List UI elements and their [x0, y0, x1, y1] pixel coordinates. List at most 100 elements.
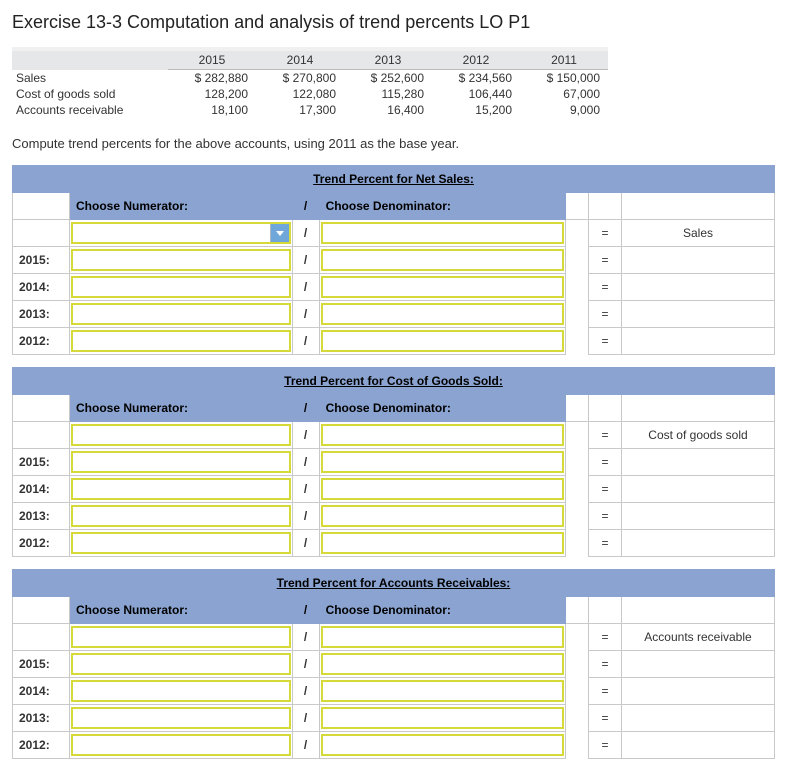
denominator-input[interactable]	[321, 222, 564, 244]
slash-label: /	[292, 705, 319, 732]
numerator-dropdown[interactable]	[71, 222, 291, 244]
data-table: 2015 2014 2013 2012 2011 Sales $ 282,880…	[12, 47, 608, 118]
denominator-input[interactable]	[321, 532, 564, 554]
numerator-input[interactable]	[71, 330, 291, 352]
result-label: Accounts receivable	[622, 624, 775, 651]
denominator-header: Choose Denominator:	[319, 193, 565, 220]
denominator-input[interactable]	[321, 303, 564, 325]
denominator-header: Choose Denominator:	[319, 395, 565, 422]
cell-value: 17,300	[256, 102, 344, 118]
result-label: Sales	[622, 220, 775, 247]
year-label: 2014:	[13, 678, 70, 705]
numerator-input[interactable]	[71, 653, 291, 675]
cell-value: 115,280	[344, 86, 432, 102]
slash-label: /	[292, 476, 319, 503]
col-year: 2014	[256, 49, 344, 70]
equals-label: =	[589, 247, 622, 274]
denominator-input[interactable]	[321, 424, 564, 446]
year-label: 2015:	[13, 449, 70, 476]
numerator-input[interactable]	[71, 478, 291, 500]
equals-label: =	[589, 449, 622, 476]
numerator-input[interactable]	[71, 680, 291, 702]
equals-label: =	[589, 705, 622, 732]
cell-value: $ 252,600	[344, 70, 432, 87]
denominator-input[interactable]	[321, 680, 564, 702]
result-cell	[622, 732, 775, 759]
result-cell	[622, 247, 775, 274]
result-cell	[622, 503, 775, 530]
slash-header: /	[292, 395, 319, 422]
slash-label: /	[292, 220, 319, 247]
equals-label: =	[589, 301, 622, 328]
cell-value: 15,200	[432, 102, 520, 118]
cell-value: 16,400	[344, 102, 432, 118]
denominator-input[interactable]	[321, 249, 564, 271]
cell-value: 9,000	[520, 102, 608, 118]
result-cell	[622, 651, 775, 678]
denominator-input[interactable]	[321, 505, 564, 527]
denominator-input[interactable]	[321, 478, 564, 500]
row-label: Sales	[12, 70, 168, 87]
slash-label: /	[292, 503, 319, 530]
year-label: 2012:	[13, 732, 70, 759]
equals-label: =	[589, 328, 622, 355]
numerator-input[interactable]	[71, 734, 291, 756]
numerator-input[interactable]	[71, 451, 291, 473]
denominator-input[interactable]	[321, 276, 564, 298]
result-cell	[622, 328, 775, 355]
numerator-input[interactable]	[71, 532, 291, 554]
year-label: 2013:	[13, 705, 70, 732]
equals-label: =	[589, 220, 622, 247]
numerator-dropdown[interactable]	[71, 626, 291, 648]
col-year: 2011	[520, 49, 608, 70]
numerator-input[interactable]	[71, 249, 291, 271]
slash-label: /	[292, 247, 319, 274]
year-label: 2013:	[13, 301, 70, 328]
section-title: Trend Percent for Accounts Receivables:	[13, 570, 775, 597]
year-label: 2015:	[13, 247, 70, 274]
result-cell	[622, 678, 775, 705]
cell-value: 18,100	[168, 102, 256, 118]
equals-label: =	[589, 624, 622, 651]
slash-header: /	[292, 597, 319, 624]
numerator-dropdown[interactable]	[71, 424, 291, 446]
equals-label: =	[589, 476, 622, 503]
result-cell	[622, 476, 775, 503]
instruction-text: Compute trend percents for the above acc…	[12, 136, 775, 151]
slash-label: /	[292, 530, 319, 557]
denominator-input[interactable]	[321, 626, 564, 648]
cell-value: $ 270,800	[256, 70, 344, 87]
numerator-header: Choose Numerator:	[70, 193, 293, 220]
denominator-input[interactable]	[321, 653, 564, 675]
section-title: Trend Percent for Net Sales:	[13, 166, 775, 193]
equals-label: =	[589, 530, 622, 557]
denominator-input[interactable]	[321, 707, 564, 729]
equals-label: =	[589, 678, 622, 705]
result-cell	[622, 301, 775, 328]
numerator-header: Choose Numerator:	[70, 597, 293, 624]
numerator-input[interactable]	[71, 505, 291, 527]
equals-label: =	[589, 651, 622, 678]
equals-label: =	[589, 503, 622, 530]
year-label: 2012:	[13, 530, 70, 557]
numerator-input[interactable]	[71, 303, 291, 325]
numerator-header: Choose Numerator:	[70, 395, 293, 422]
cell-value: 122,080	[256, 86, 344, 102]
denominator-input[interactable]	[321, 451, 564, 473]
cell-value: 106,440	[432, 86, 520, 102]
slash-label: /	[292, 422, 319, 449]
col-year: 2012	[432, 49, 520, 70]
slash-label: /	[292, 732, 319, 759]
cell-value: $ 150,000	[520, 70, 608, 87]
slash-label: /	[292, 624, 319, 651]
row-label: Accounts receivable	[12, 102, 168, 118]
denominator-input[interactable]	[321, 330, 564, 352]
numerator-input[interactable]	[71, 276, 291, 298]
cell-value: 128,200	[168, 86, 256, 102]
denominator-input[interactable]	[321, 734, 564, 756]
result-cell	[622, 274, 775, 301]
year-label: 2012:	[13, 328, 70, 355]
col-year: 2015	[168, 49, 256, 70]
numerator-input[interactable]	[71, 707, 291, 729]
year-label: 2014:	[13, 476, 70, 503]
